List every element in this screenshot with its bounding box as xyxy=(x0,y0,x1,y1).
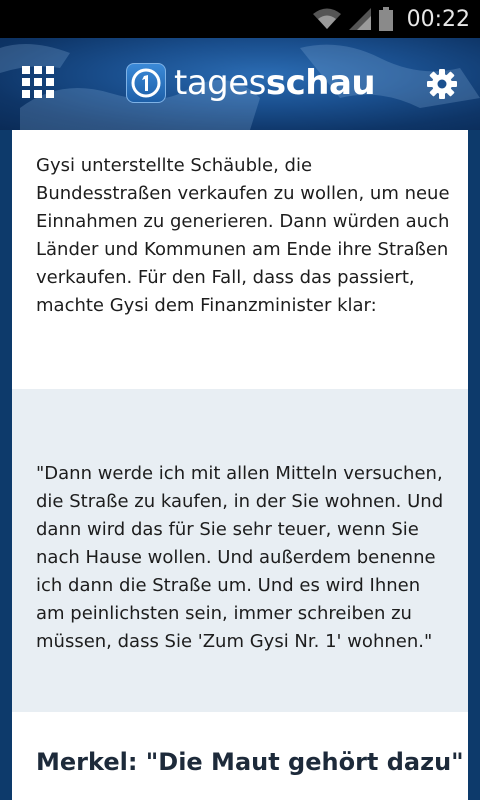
status-time: 00:22 xyxy=(406,6,470,32)
app-logo: tagesschau xyxy=(126,60,376,106)
logo-text-bold: schau xyxy=(265,63,376,103)
article-card: Gysi unterstellte Schäuble, die Bundesst… xyxy=(12,130,468,800)
wifi-icon xyxy=(312,8,341,30)
quote-text: "Dann werde ich mit allen Mitteln versuc… xyxy=(36,463,444,652)
logo-text-light: tages xyxy=(174,63,266,103)
logo-text: tagesschau xyxy=(174,63,376,103)
content-area[interactable]: Gysi unterstellte Schäuble, die Bundesst… xyxy=(0,130,480,800)
settings-button[interactable] xyxy=(426,68,458,100)
grid-menu-icon xyxy=(22,66,54,98)
article-paragraph: Gysi unterstellte Schäuble, die Bundesst… xyxy=(36,155,450,316)
status-bar: 00:22 xyxy=(0,0,480,38)
menu-button[interactable] xyxy=(22,66,54,98)
section-heading: Merkel: "Die Maut gehört dazu" xyxy=(36,748,464,776)
gear-icon xyxy=(427,69,457,99)
app-header: tagesschau xyxy=(0,38,480,130)
signal-icon xyxy=(348,8,371,30)
quote-box: "Dann werde ich mit allen Mitteln versuc… xyxy=(12,389,468,712)
battery-icon xyxy=(378,7,393,31)
tagesschau-logo-icon xyxy=(126,63,166,103)
